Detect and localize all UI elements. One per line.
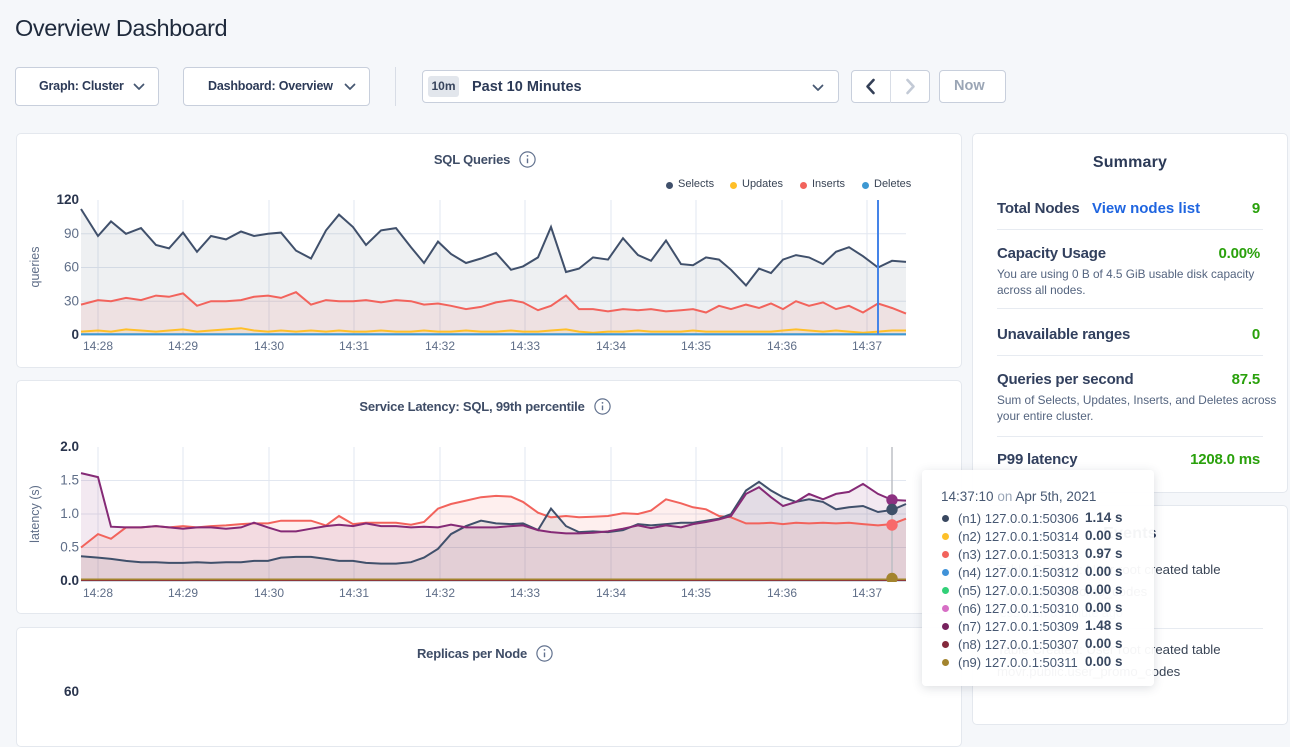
svg-text:30: 30 bbox=[64, 293, 79, 308]
svg-text:14:37: 14:37 bbox=[852, 586, 882, 600]
svg-text:1.5: 1.5 bbox=[60, 473, 79, 488]
svg-text:14:29: 14:29 bbox=[168, 339, 198, 353]
svg-text:queries: queries bbox=[28, 247, 42, 288]
svg-text:14:32: 14:32 bbox=[425, 586, 455, 600]
svg-text:120: 120 bbox=[56, 192, 79, 207]
svg-text:14:34: 14:34 bbox=[596, 339, 626, 353]
svg-text:0: 0 bbox=[71, 327, 79, 342]
svg-text:14:35: 14:35 bbox=[681, 586, 711, 600]
svg-text:14:28: 14:28 bbox=[83, 339, 113, 353]
svg-text:0.5: 0.5 bbox=[60, 540, 79, 555]
svg-text:14:33: 14:33 bbox=[510, 339, 540, 353]
svg-text:14:33: 14:33 bbox=[510, 586, 540, 600]
svg-text:14:34: 14:34 bbox=[596, 586, 626, 600]
svg-text:1.0: 1.0 bbox=[60, 506, 79, 521]
svg-text:14:30: 14:30 bbox=[254, 586, 284, 600]
svg-text:0.0: 0.0 bbox=[60, 573, 79, 588]
svg-text:60: 60 bbox=[64, 260, 79, 275]
svg-text:2.0: 2.0 bbox=[60, 439, 79, 454]
svg-text:14:35: 14:35 bbox=[681, 339, 711, 353]
svg-text:latency (s): latency (s) bbox=[28, 485, 42, 543]
svg-text:14:31: 14:31 bbox=[339, 339, 369, 353]
svg-text:14:30: 14:30 bbox=[254, 339, 284, 353]
svg-text:14:36: 14:36 bbox=[767, 339, 797, 353]
svg-text:90: 90 bbox=[64, 226, 79, 241]
svg-text:14:31: 14:31 bbox=[339, 586, 369, 600]
svg-text:14:37: 14:37 bbox=[852, 339, 882, 353]
svg-text:14:28: 14:28 bbox=[83, 586, 113, 600]
svg-text:14:32: 14:32 bbox=[425, 339, 455, 353]
svg-text:14:36: 14:36 bbox=[767, 586, 797, 600]
svg-text:14:29: 14:29 bbox=[168, 586, 198, 600]
